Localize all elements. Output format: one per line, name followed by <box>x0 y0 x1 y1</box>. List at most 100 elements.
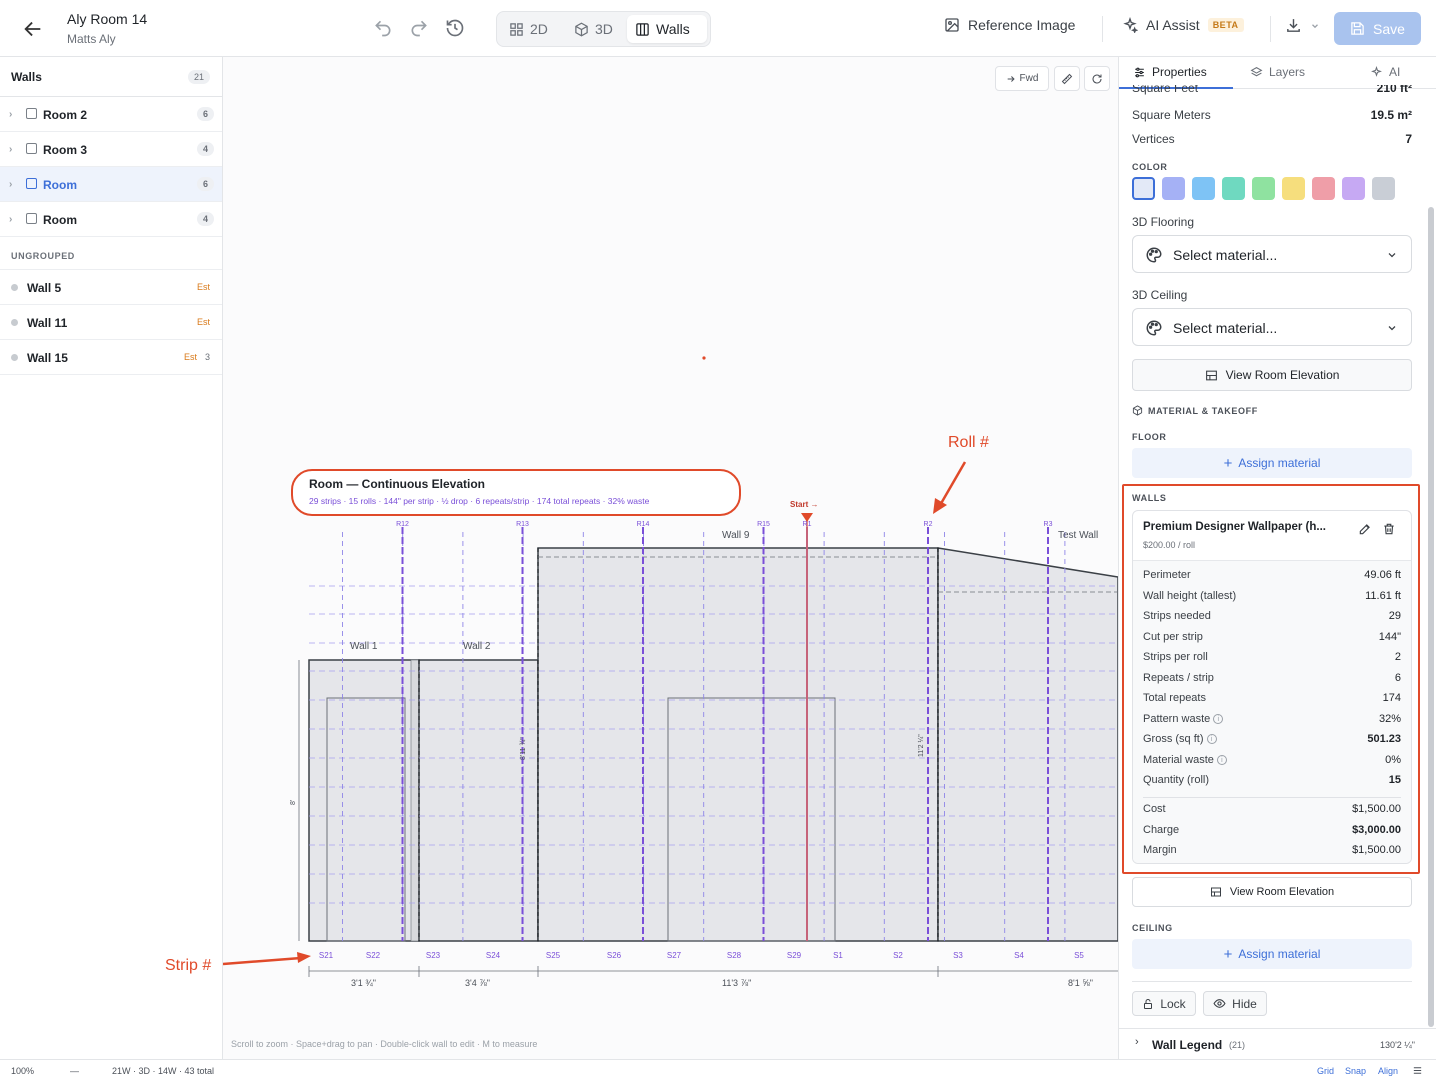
group-row-room[interactable]: › Room 4 <box>0 202 222 237</box>
wall-9-shape[interactable] <box>537 547 939 942</box>
undo-icon[interactable] <box>373 18 393 38</box>
ceiling-section-label: CEILING <box>1132 923 1173 933</box>
takeoff-value: 2 <box>1394 651 1401 663</box>
group-row-room-2[interactable]: › Room 2 6 <box>0 97 222 132</box>
back-arrow-icon[interactable] <box>22 18 44 40</box>
color-swatch[interactable] <box>1252 177 1275 200</box>
square-meters-row: Square Meters 19.5 m² <box>1132 108 1412 122</box>
sparkle-icon <box>1371 65 1382 77</box>
history-icon[interactable] <box>445 18 465 38</box>
strip-label: S24 <box>486 951 501 960</box>
chevron-right-icon[interactable]: › <box>1135 1036 1139 1048</box>
continuous-elevation-drawing[interactable]: Start → 8' 11'2 ¼" 8'11 ¾" Wall 1 Wall 2… <box>223 57 1118 1059</box>
takeoff-value: 15 <box>1388 774 1401 786</box>
test-wall-shape[interactable] <box>937 547 1118 942</box>
color-swatch[interactable] <box>1282 177 1305 200</box>
flooring-select[interactable]: Select material... <box>1132 235 1412 273</box>
cube-icon <box>575 22 588 36</box>
color-swatch[interactable] <box>1372 177 1395 200</box>
group-row-room-3[interactable]: › Room 3 4 <box>0 132 222 167</box>
chevron-right-icon[interactable]: › <box>9 179 12 190</box>
arrow-head-icon <box>297 952 311 963</box>
wall-label: Wall 2 <box>463 641 491 652</box>
zoom-level[interactable]: 100% <box>11 1066 34 1076</box>
color-swatch[interactable] <box>1342 177 1365 200</box>
color-swatch[interactable] <box>1312 177 1335 200</box>
color-swatch[interactable] <box>1132 177 1155 200</box>
align-toggle[interactable]: Align <box>1378 1066 1398 1076</box>
edit-pencil-icon[interactable] <box>1358 522 1372 536</box>
takeoff-label: Perimeter <box>1143 569 1191 581</box>
snap-toggle[interactable]: Snap <box>1345 1066 1366 1076</box>
roll-label: R1 <box>803 521 812 528</box>
strip-label: S5 <box>1074 951 1084 960</box>
takeoff-label: Wall height (tallest) <box>1143 589 1237 602</box>
wall-status-dot <box>11 319 18 326</box>
view-room-elevation-button-2[interactable]: View Room Elevation <box>1132 877 1412 907</box>
divider <box>1132 981 1412 982</box>
strip-annotation-label: Strip # <box>165 957 212 974</box>
hide-button[interactable]: Hide <box>1203 991 1267 1016</box>
strip-label: S21 <box>319 951 334 960</box>
color-swatch[interactable] <box>1222 177 1245 200</box>
strip-labels: S21 S22 S23 S24 S25 S26 S27 S28 S29 S1 S2 S3 S4 S5 <box>319 951 1085 960</box>
panel-scrollbar[interactable] <box>1428 207 1434 1027</box>
view-room-elevation-button[interactable]: View Room Elevation <box>1132 359 1412 391</box>
wall-name: Wall 11 <box>27 316 68 330</box>
chevron-right-icon[interactable]: › <box>9 109 12 120</box>
elevation-canvas[interactable]: Fwd Start → 8' 11'2 ¼" 8'11 ¾" Wall 1 Wa… <box>223 57 1118 1059</box>
tab-ai[interactable]: AI <box>1370 65 1400 79</box>
assign-floor-material-button[interactable]: + Assign material <box>1132 448 1412 478</box>
wall-2-shape[interactable] <box>418 659 539 942</box>
takeoff-row: Charge $3,000.00 <box>1143 824 1401 836</box>
square-meters-value: 19.5 m² <box>1370 108 1412 122</box>
image-icon <box>945 18 959 32</box>
info-icon[interactable]: i <box>1206 734 1217 745</box>
view-room-elevation-label: View Room Elevation <box>1229 886 1335 898</box>
group-row-room-selected[interactable]: › Room 6 <box>0 167 222 202</box>
ceiling-3d-select[interactable]: Select material... <box>1132 308 1412 346</box>
info-icon[interactable]: i <box>1216 754 1227 765</box>
wall-name: Wall 15 <box>27 351 68 365</box>
chevron-right-icon[interactable]: › <box>9 214 12 225</box>
view-3d-button[interactable]: 3D <box>566 15 621 43</box>
takeoff-row: Wall height (tallest) 11.61 ft <box>1143 590 1401 602</box>
wall-legend-row[interactable]: › Wall Legend (21) 130'2 ¼" <box>1119 1028 1436 1059</box>
reference-image-button[interactable]: Reference Image <box>944 17 1075 33</box>
chevron-right-icon[interactable]: › <box>9 144 12 155</box>
color-swatch[interactable] <box>1192 177 1215 200</box>
download-icon <box>1287 19 1300 32</box>
save-label: Save <box>1373 20 1405 37</box>
sparkle-icon <box>1123 17 1138 33</box>
columns-icon <box>636 22 649 36</box>
chevron-down-icon <box>1388 326 1396 331</box>
assign-ceiling-material-button[interactable]: + Assign material <box>1132 939 1412 969</box>
takeoff-value: 11.61 ft <box>1365 589 1401 602</box>
view-walls-button[interactable]: Walls <box>627 15 707 43</box>
takeoff-row: Margin $1,500.00 <box>1143 844 1401 856</box>
plus-icon: + <box>1223 454 1233 472</box>
tab-properties[interactable]: Properties <box>1133 65 1207 79</box>
lock-button[interactable]: Lock <box>1132 991 1196 1016</box>
tab-layers[interactable]: Layers <box>1250 65 1305 79</box>
strip-label: S29 <box>787 951 802 960</box>
view-2d-button[interactable]: 2D <box>501 15 556 43</box>
color-swatch[interactable] <box>1162 177 1185 200</box>
redo-icon[interactable] <box>409 18 429 38</box>
takeoff-row: Total repeats 174 <box>1143 692 1401 704</box>
settings-sliders-icon[interactable] <box>1412 1065 1423 1076</box>
wall-row-wall-15[interactable]: Wall 15 Est 3 <box>0 340 222 375</box>
info-icon[interactable]: i <box>1213 713 1224 724</box>
wall-row-wall-11[interactable]: Wall 11 Est <box>0 305 222 340</box>
export-button[interactable] <box>1285 17 1320 34</box>
roll-label: R13 <box>516 521 529 528</box>
vertices-row: Vertices 7 <box>1132 132 1412 146</box>
save-button[interactable]: Save <box>1334 12 1421 45</box>
grid-toggle[interactable]: Grid <box>1317 1066 1334 1076</box>
walls-section-label: WALLS <box>1132 493 1167 503</box>
wall-legend-count: (21) <box>1229 1040 1246 1050</box>
wall-row-wall-5[interactable]: Wall 5 Est <box>0 270 222 305</box>
ai-assist-button[interactable]: AI Assist BETA <box>1122 17 1244 33</box>
roll-label: R3 <box>1044 521 1053 528</box>
trash-icon[interactable] <box>1382 522 1396 536</box>
